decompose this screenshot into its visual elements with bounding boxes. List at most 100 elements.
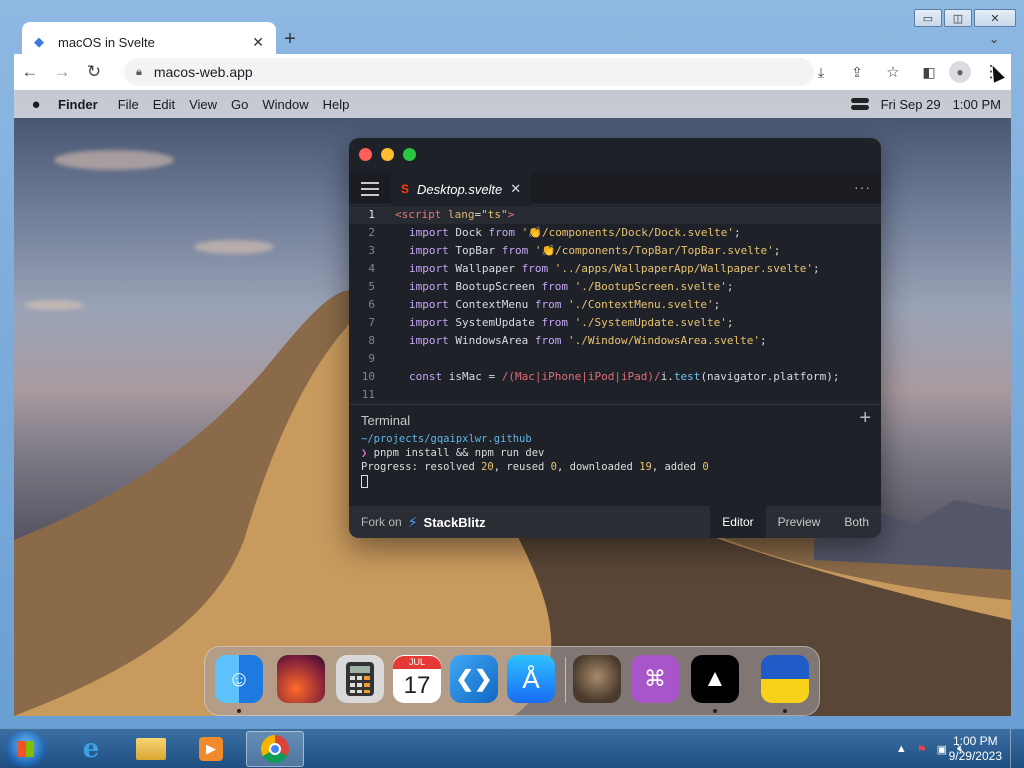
internet-explorer-taskbar-icon[interactable]: e — [62, 731, 120, 767]
taskbar-clock[interactable]: 1:00 PM 9/29/2023 — [949, 734, 1002, 764]
code-line: 5 import BootupScreen from './BootupScree… — [368, 280, 734, 293]
code-line: 3 import TopBar from '👏/components/TopBar… — [368, 244, 781, 257]
menu-file[interactable]: File — [118, 97, 139, 112]
bookmark-star-icon[interactable]: ☆ — [877, 56, 909, 88]
close-traffic-light[interactable] — [359, 148, 372, 161]
ukraine-flag-icon[interactable] — [761, 655, 809, 703]
code-editor[interactable]: 1 <script lang="ts"> 2 import Dock from '👏… — [349, 206, 881, 402]
code-line: 6 import ContextMenu from './ContextMenu.… — [368, 298, 721, 311]
github-icon[interactable]: ⌘ — [631, 655, 679, 703]
macos-menubar: ● Finder File Edit View Go Window Help F… — [14, 90, 1011, 118]
reload-button[interactable]: ↻ — [78, 56, 110, 88]
view-mode-switcher: Editor Preview Both — [710, 506, 881, 538]
file-tab-name: Desktop.svelte — [417, 181, 503, 197]
new-terminal-button[interactable]: + — [859, 407, 871, 430]
zoom-traffic-light[interactable] — [403, 148, 416, 161]
terminal-header: Terminal + — [349, 404, 881, 430]
menu-edit[interactable]: Edit — [153, 97, 175, 112]
cat-photo-icon[interactable] — [573, 655, 621, 703]
clock-time: 1:00 PM — [952, 734, 998, 748]
finder-icon[interactable]: ☺︎ — [215, 655, 263, 703]
terminal-label: Terminal — [361, 413, 411, 428]
chrome-browser: ◆ macOS in Svelte ✕ + ⌄ ← → ↻ 🔒︎ macos-w… — [14, 8, 1011, 716]
windows-logo-icon — [18, 741, 34, 757]
tab-strip: ◆ macOS in Svelte ✕ + ⌄ — [14, 16, 1011, 62]
file-tab-close-icon[interactable]: ✕ — [510, 181, 521, 197]
svelte-file-icon: S — [401, 182, 410, 196]
editor-file-tab[interactable]: S Desktop.svelte ✕ — [391, 173, 532, 205]
editor-footer: Fork on ⚡︎ StackBlitz Editor Preview Bot… — [349, 506, 881, 538]
dock-separator — [565, 657, 566, 703]
code-line: 7 import SystemUpdate from './SystemUpdat… — [368, 316, 734, 329]
more-options-icon[interactable]: ··· — [854, 179, 871, 195]
view-preview-button[interactable]: Preview — [766, 506, 833, 538]
calendar-month: JUL — [393, 656, 441, 669]
share-icon[interactable]: ⇪ — [841, 56, 873, 88]
show-hidden-icons-arrow-icon[interactable]: ▲ — [896, 743, 907, 755]
menu-finder[interactable]: Finder — [58, 97, 98, 112]
dock-running-dot — [713, 709, 717, 713]
tab-title: macOS in Svelte — [58, 34, 155, 50]
menubar-time: 1:00 PM — [952, 96, 1001, 112]
start-button[interactable] — [6, 731, 46, 767]
install-app-icon[interactable]: ⤓ — [805, 56, 837, 88]
menu-help[interactable]: Help — [323, 97, 350, 112]
side-panel-icon[interactable]: ◧ — [913, 56, 945, 88]
control-center-icon[interactable] — [850, 98, 869, 110]
network-icon[interactable]: ▣ — [937, 743, 947, 756]
apple-logo-icon[interactable]: ● — [14, 96, 58, 113]
menubar-right: Fri Sep 29 1:00 PM — [850, 90, 1001, 118]
dock-running-dot — [783, 709, 787, 713]
action-center-flag-icon[interactable]: ⚑ — [917, 743, 927, 756]
chrome-taskbar-icon[interactable] — [246, 731, 304, 767]
menu-view[interactable]: View — [189, 97, 217, 112]
clock-date: 9/29/2023 — [948, 749, 1002, 763]
calendar-icon[interactable]: JUL 17 — [393, 655, 441, 703]
minimize-traffic-light[interactable] — [381, 148, 394, 161]
back-button[interactable]: ← — [14, 56, 46, 88]
windows-taskbar: e ▶ ▲ ⚑ ▣ 🔇︎ 1:00 PM 9/29/2023 — [0, 728, 1024, 768]
calendar-day: 17 — [403, 672, 431, 699]
macos-dock: ☺︎ JUL 17 ❮❯ Å ⌘ ▲ — [204, 646, 820, 716]
explorer-taskbar-icon[interactable] — [122, 731, 180, 767]
toolbar-actions: ⤓ ⇪ ☆ ◧ ● ⋮ — [805, 56, 1007, 88]
code-line: 4 import Wallpaper from '../apps/Wallpape… — [368, 262, 820, 275]
view-editor-button[interactable]: Editor — [710, 506, 766, 538]
code-line: 8 import WindowsArea from './Window/Windo… — [368, 334, 767, 347]
vscode-icon[interactable]: ❮❯ — [450, 655, 498, 703]
address-bar[interactable]: 🔒︎ macos-web.app — [124, 58, 814, 86]
terminal-path: ~/projects/gqaipxlwr.github — [361, 433, 532, 445]
app-store-icon[interactable]: Å — [507, 655, 555, 703]
stackblitz-editor-window: S Desktop.svelte ✕ ··· 1 <script lang="ts… — [349, 138, 881, 538]
menu-go[interactable]: Go — [231, 97, 248, 112]
view-both-button[interactable]: Both — [832, 506, 881, 538]
code-line: 10 const isMac = /(Mac|iPhone|iPod|iPad)/… — [361, 370, 840, 383]
lock-icon: 🔒︎ — [136, 65, 142, 78]
new-tab-button[interactable]: + — [276, 28, 304, 51]
tab-search-chevron-icon[interactable]: ⌄ — [989, 32, 999, 46]
profile-avatar-icon[interactable]: ● — [949, 61, 971, 83]
calculator-icon[interactable] — [336, 655, 384, 703]
menubar-date: Fri Sep 29 — [880, 96, 941, 112]
menu-window[interactable]: Window — [262, 97, 308, 112]
fork-on-stackblitz[interactable]: Fork on ⚡︎ StackBlitz — [361, 514, 486, 531]
terminal-progress-line: Progress: resolved 20, reused 0, downloa… — [361, 461, 709, 473]
traffic-lights — [359, 148, 416, 161]
terminal-cursor — [361, 474, 368, 488]
stackblitz-bolt-icon: ⚡︎ — [407, 513, 418, 530]
vercel-icon[interactable]: ▲ — [691, 655, 739, 703]
browser-toolbar: ← → ↻ 🔒︎ macos-web.app ⤓ ⇪ ☆ ◧ ● ⋮ — [14, 54, 1011, 90]
forward-button[interactable]: → — [46, 56, 78, 88]
code-line: 1 <script lang="ts"> — [349, 206, 881, 224]
media-player-taskbar-icon[interactable]: ▶ — [182, 731, 240, 767]
wallpapers-icon[interactable] — [277, 655, 325, 703]
hamburger-menu-icon[interactable] — [361, 182, 379, 200]
terminal-output[interactable]: ~/projects/gqaipxlwr.github ❯ pnpm insta… — [361, 432, 709, 488]
url-text: macos-web.app — [153, 64, 253, 80]
code-line: 9 — [368, 352, 375, 365]
show-desktop-button[interactable] — [1010, 729, 1024, 768]
dock-running-dot — [237, 709, 241, 713]
code-line: 11 — [361, 388, 375, 401]
terminal-command-line: ❯ pnpm install && npm run dev — [361, 447, 545, 459]
tab-close-icon[interactable]: ✕ — [252, 34, 264, 51]
